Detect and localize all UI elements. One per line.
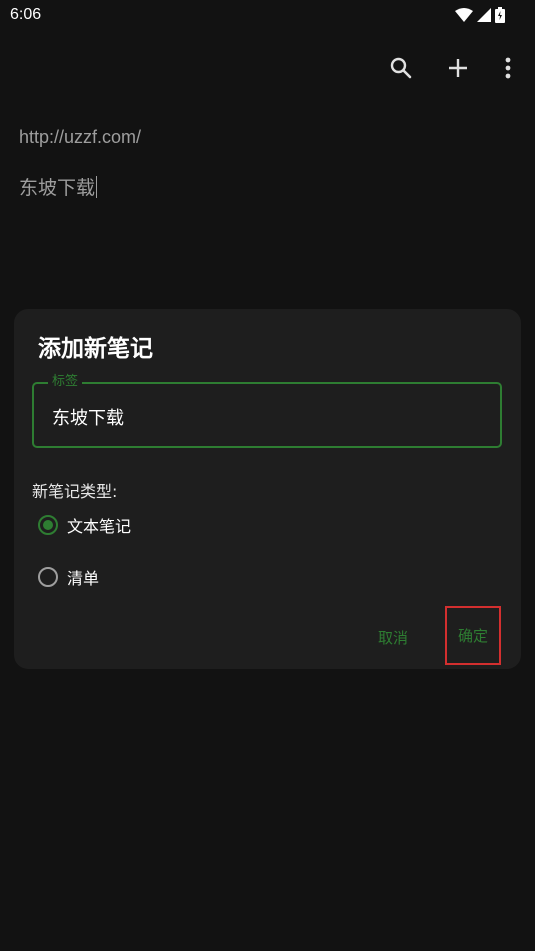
status-icons [455,6,505,24]
note-url-text[interactable]: http://uzzf.com/ [19,127,141,148]
text-cursor [96,176,98,198]
label-field-caption: 标签 [48,374,83,390]
add-icon [449,59,467,77]
radio-option-text-note[interactable]: 文本笔记 [38,512,131,538]
app-screen: 6:06 http://uzzf.com/ 东坡下载 添加新笔记 标签 东坡下载… [0,0,535,951]
more-vert-icon [505,57,511,79]
label-field-value[interactable]: 东坡下载 [52,404,124,430]
label-input-field[interactable]: 标签 东坡下载 [32,374,502,448]
note-body-text[interactable]: 东坡下载 [19,173,98,200]
signal-icon [477,8,491,22]
cancel-button[interactable]: 取消 [366,616,420,658]
search-button[interactable] [383,50,419,86]
status-time: 6:06 [10,6,42,23]
battery-icon [495,7,505,23]
note-body-content: 东坡下载 [19,177,96,199]
note-type-label: 新笔记类型: [32,482,118,501]
status-bar: 6:06 [0,0,535,30]
ok-button[interactable]: 确定 [445,606,501,665]
search-icon [390,57,412,79]
more-options-button[interactable] [490,50,526,86]
dialog-title: 添加新笔记 [38,336,153,362]
radio-unchecked-icon[interactable] [38,567,58,587]
radio-option-label: 清单 [67,569,100,588]
add-note-button[interactable] [440,50,476,86]
radio-option-checklist[interactable]: 清单 [38,564,99,590]
wifi-icon [455,8,473,22]
radio-option-label: 文本笔记 [67,517,132,536]
radio-checked-icon[interactable] [38,515,58,535]
add-note-dialog: 添加新笔记 标签 东坡下载 新笔记类型: 文本笔记 清单 取消 确定 [14,309,521,669]
